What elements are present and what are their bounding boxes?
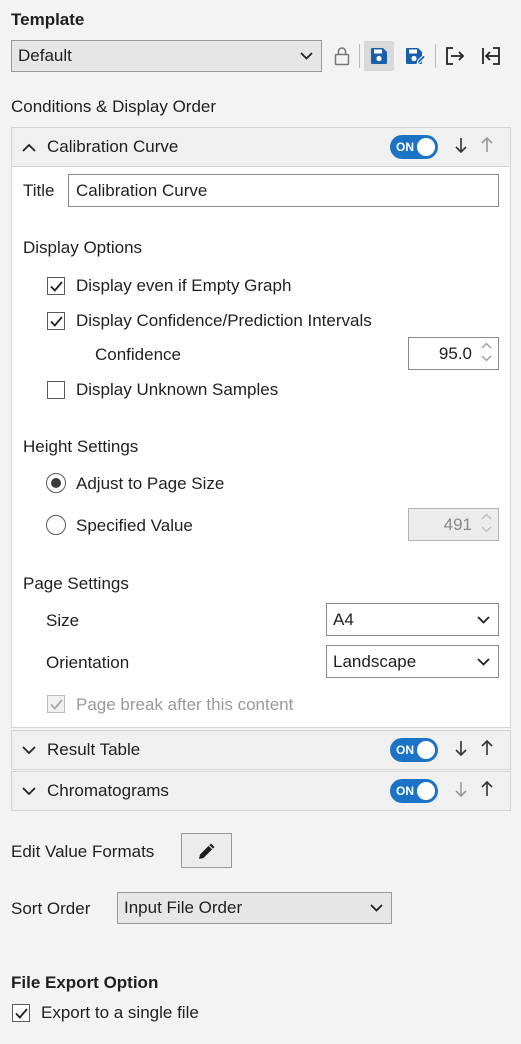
title-input-value: Calibration Curve [76,180,208,200]
confidence-value: 95.0 [438,343,472,363]
import-icon[interactable] [476,41,506,71]
page-break-checkbox[interactable] [47,695,65,713]
template-select-value: Default [18,46,72,65]
unknown-samples-checkbox[interactable] [47,381,65,399]
orientation-label: Orientation [46,653,130,672]
toggle-state-text: ON [396,784,414,798]
empty-graph-label: Display even if Empty Graph [76,276,292,295]
sort-order-label: Sort Order [11,899,91,918]
conditions-heading: Conditions & Display Order [11,97,217,116]
section-chromatograms[interactable]: Chromatograms ON [11,771,511,811]
spin-up-icon[interactable] [481,342,492,349]
arrow-down-icon[interactable] [454,781,468,802]
size-select[interactable]: A4 [326,603,499,636]
intervals-checkbox[interactable] [47,312,65,330]
check-icon [49,280,63,292]
title-input[interactable]: Calibration Curve [68,174,499,207]
lock-icon[interactable] [327,41,357,71]
specified-value-value: 491 [443,514,472,534]
specified-value-spinner[interactable]: 491 [408,508,499,541]
sort-order-value: Input File Order [124,898,243,917]
size-label: Size [46,611,80,630]
toggle-state-text: ON [396,743,414,757]
export-icon[interactable] [440,41,470,71]
toggle-state-text: ON [396,140,414,154]
unknown-samples-label: Display Unknown Samples [76,380,279,399]
title-label: Title [23,181,55,200]
spin-down-icon[interactable] [481,355,492,362]
arrow-down-icon[interactable] [454,740,468,761]
confidence-spinner[interactable]: 95.0 [408,337,499,370]
section-result-table[interactable]: Result Table ON [11,730,511,770]
single-file-label: Export to a single file [41,1003,199,1022]
display-options-heading: Display Options [23,238,143,257]
chevron-down-icon [299,49,313,63]
sort-order-select[interactable]: Input File Order [117,892,392,924]
spin-down-icon[interactable] [481,526,492,533]
section-calibration-curve[interactable]: Calibration Curve ON [11,127,511,167]
size-select-value: A4 [333,609,354,629]
chevron-down-icon[interactable] [14,745,44,755]
section-label: Chromatograms [47,781,169,800]
template-select[interactable]: Default [11,40,322,72]
result-table-toggle[interactable]: ON [390,738,438,762]
adjust-page-radio[interactable] [46,473,66,493]
section-label: Calibration Curve [47,137,179,156]
empty-graph-checkbox[interactable] [47,277,65,295]
chevron-down-icon[interactable] [14,786,44,796]
single-file-checkbox[interactable] [12,1004,30,1022]
calibration-toggle[interactable]: ON [390,135,438,159]
chevron-down-icon [369,901,383,915]
chevron-down-icon [476,655,490,669]
spin-up-icon[interactable] [481,513,492,520]
chevron-down-icon [476,613,490,627]
orientation-select-value: Landscape [333,651,417,671]
arrow-up-icon[interactable] [480,739,494,761]
adjust-page-label: Adjust to Page Size [76,474,225,493]
pencil-icon [198,843,214,859]
specified-value-label: Specified Value [76,516,193,535]
chevron-up-icon[interactable] [14,143,44,152]
edit-formats-label: Edit Value Formats [11,842,155,861]
check-icon [49,698,63,710]
confidence-label: Confidence [95,345,182,364]
edit-formats-button[interactable] [181,833,232,868]
section-label: Result Table [47,740,141,759]
template-heading: Template [11,10,85,29]
save-icon[interactable] [364,41,394,71]
chromatograms-toggle[interactable]: ON [390,779,438,803]
page-settings-heading: Page Settings [23,574,129,593]
arrow-up-icon[interactable] [480,136,494,158]
save-as-icon[interactable] [400,41,430,71]
specified-value-radio[interactable] [46,515,66,535]
check-icon [49,315,63,327]
intervals-label: Display Confidence/Prediction Intervals [76,311,372,330]
file-export-heading: File Export Option [11,973,159,992]
orientation-select[interactable]: Landscape [326,645,499,678]
check-icon [14,1007,28,1019]
page-break-label: Page break after this content [76,695,294,714]
arrow-down-icon[interactable] [454,137,468,158]
arrow-up-icon[interactable] [480,780,494,802]
height-settings-heading: Height Settings [23,437,139,456]
